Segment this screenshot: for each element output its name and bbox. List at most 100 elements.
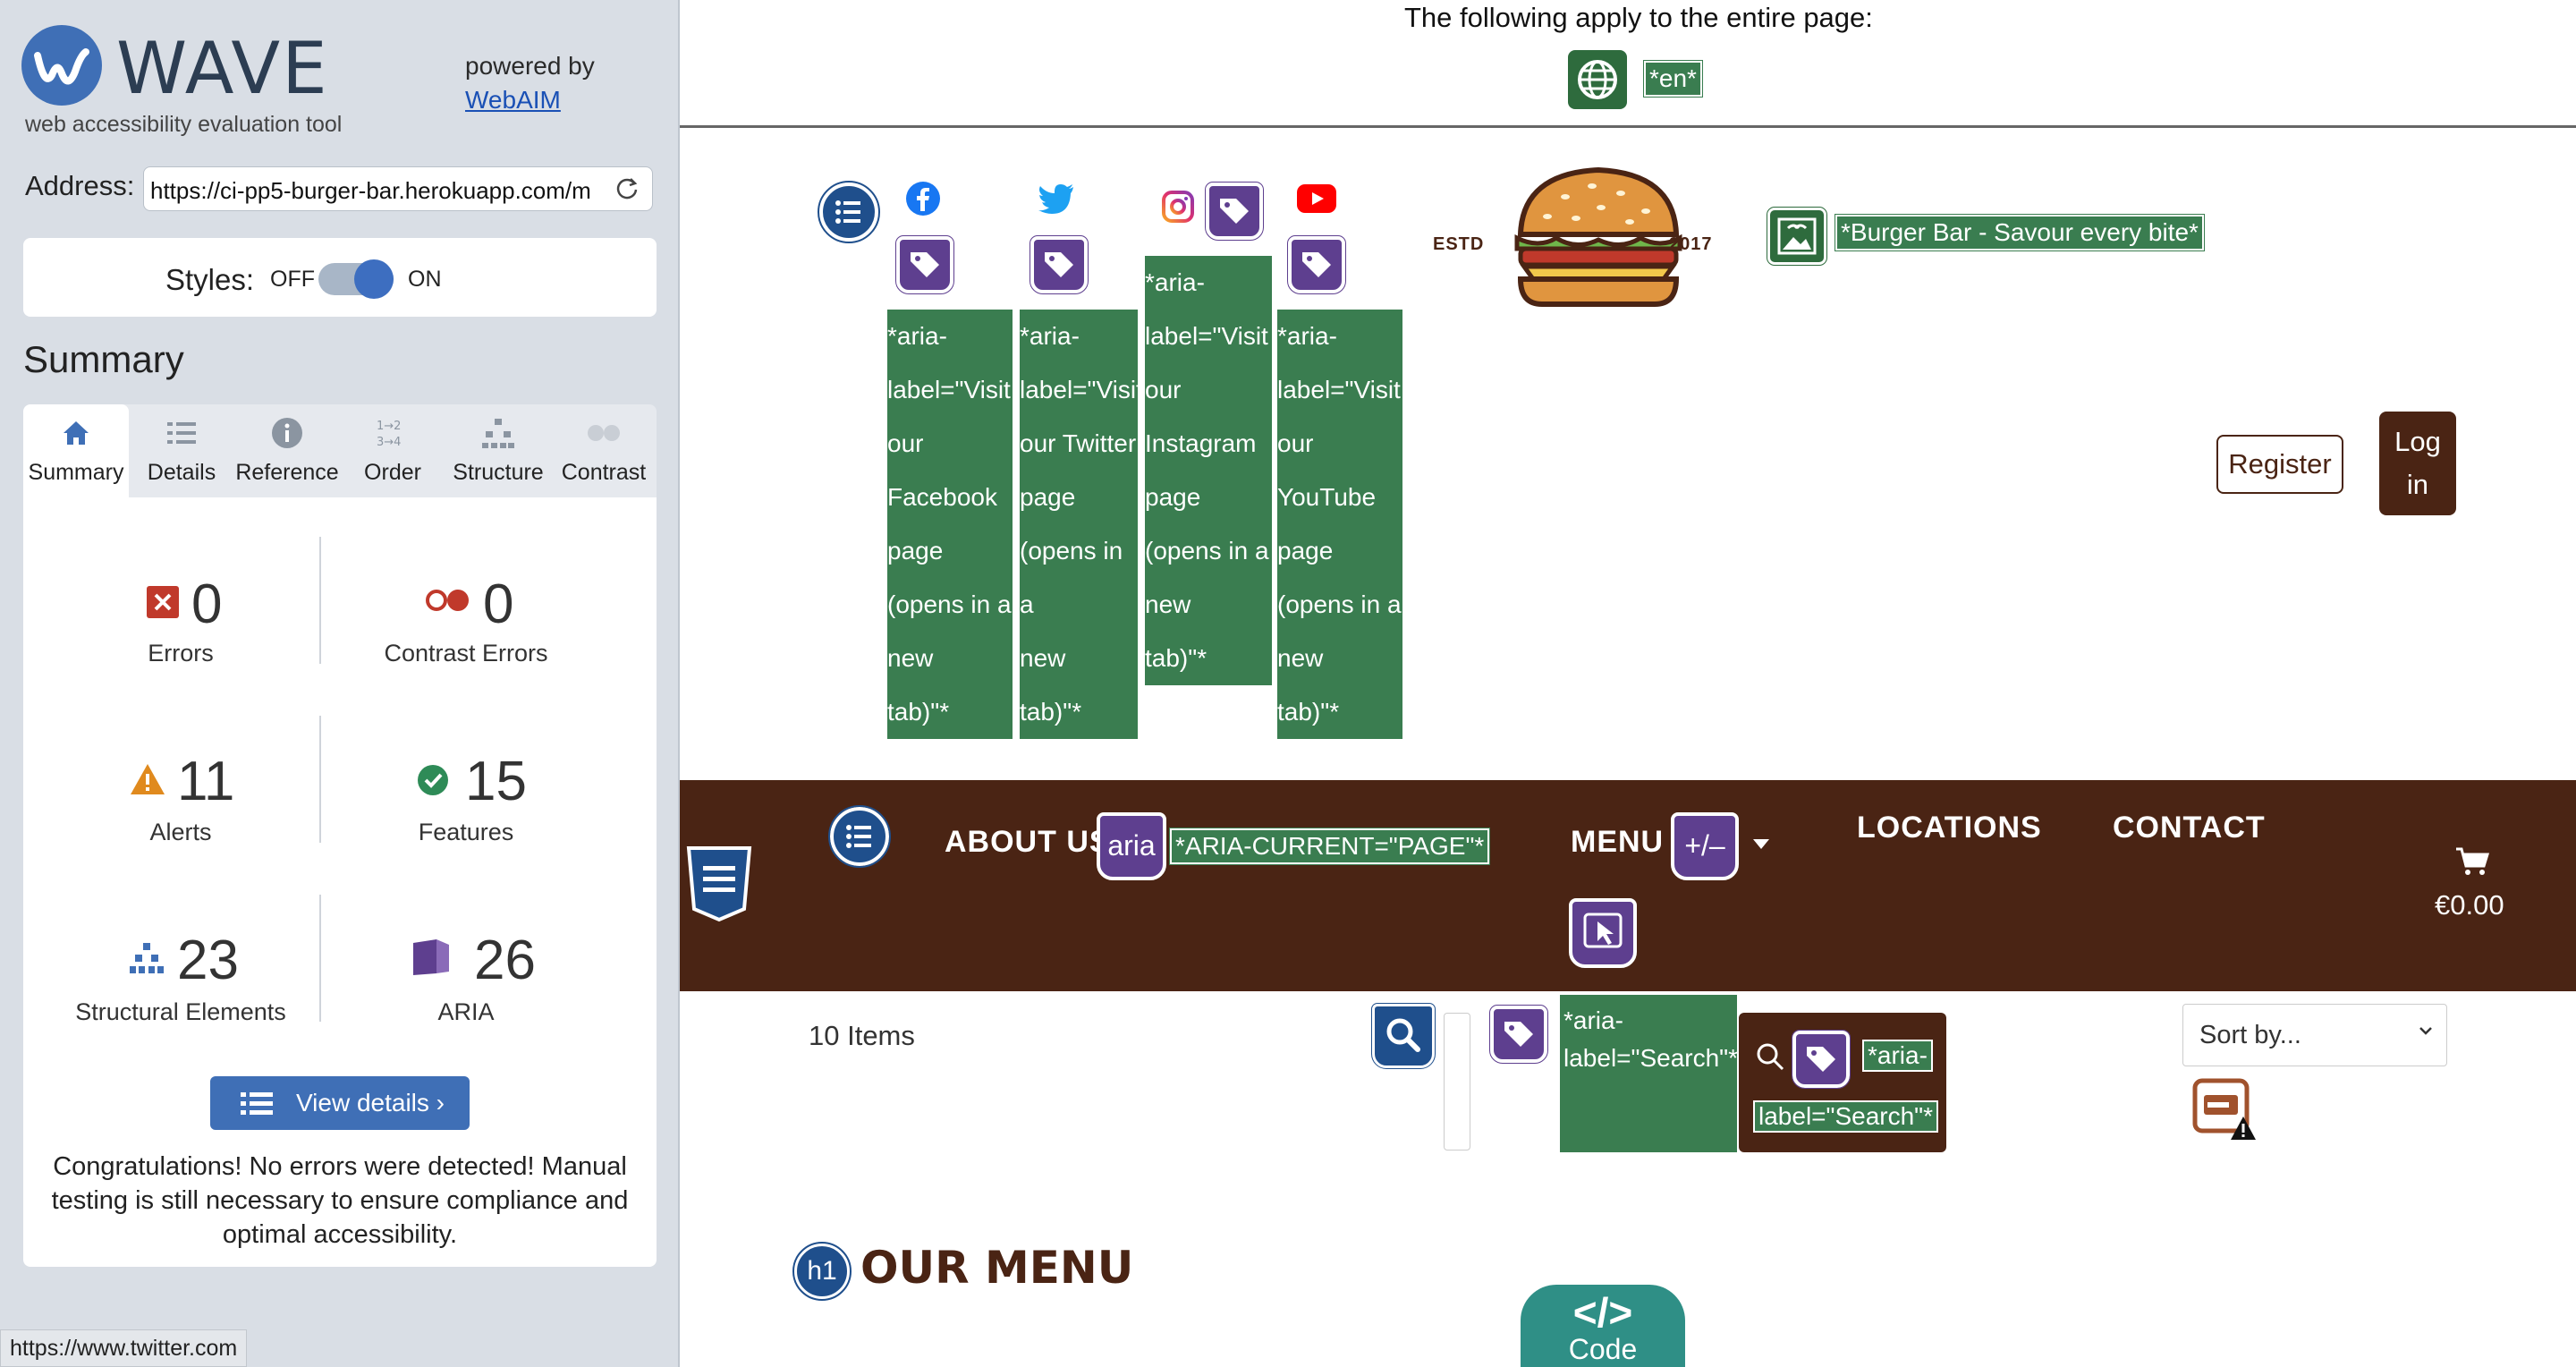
- burger-logo[interactable]: [1512, 166, 1685, 308]
- reload-icon[interactable]: [614, 175, 640, 202]
- nav-locations[interactable]: LOCATIONS: [1857, 811, 2042, 845]
- search-aria-label: *aria- label="Search"*: [1560, 995, 1738, 1152]
- wave-logo-text: WAVE: [116, 27, 329, 110]
- feature-icon: [417, 764, 449, 801]
- tab-details[interactable]: Details: [129, 404, 234, 497]
- status-bar-url: https://www.twitter.com: [0, 1329, 248, 1367]
- sort-select[interactable]: Sort by...: [2182, 1004, 2447, 1066]
- structural-label: Structural Elements: [75, 998, 286, 1025]
- tab-order[interactable]: 1→2 3→4 Order: [340, 404, 445, 497]
- page-divider: [680, 125, 2576, 128]
- wave-tagline: web accessibility evaluation tool: [25, 112, 343, 137]
- facebook-icon[interactable]: [905, 181, 941, 221]
- year-text: 2017: [1669, 234, 1713, 254]
- nav-menu[interactable]: MENU: [1571, 825, 1664, 860]
- styles-off-label: OFF: [270, 267, 315, 292]
- aria-label: ARIA: [437, 998, 495, 1025]
- search-icon: [1755, 1041, 1785, 1076]
- select-missing-label-alert-icon[interactable]: [2191, 1077, 2258, 1142]
- aria-count: 26: [474, 930, 536, 991]
- summary-title: Summary: [23, 338, 184, 380]
- cart-total[interactable]: €0.00: [2435, 889, 2504, 921]
- tag-icon[interactable]: [1792, 1030, 1851, 1089]
- search-button-aria-tag: *aria-: [1862, 1040, 1933, 1072]
- tab-label: Summary: [28, 460, 124, 485]
- features-count: 15: [465, 751, 527, 812]
- instagram-aria-label: *aria- label="Visit our Instagram page (…: [1145, 256, 1272, 685]
- view-details-button[interactable]: View details ›: [210, 1076, 470, 1130]
- globe-icon[interactable]: [1568, 50, 1627, 109]
- estd-text: ESTD: [1433, 234, 1485, 254]
- styles-label: Styles:: [165, 263, 255, 296]
- items-count: 10 Items: [809, 1020, 915, 1051]
- nav-about-us[interactable]: ABOUT US: [945, 825, 1111, 860]
- aria-icon: [410, 938, 453, 981]
- tab-structure[interactable]: Structure: [445, 404, 551, 497]
- tab-label: Order: [364, 460, 421, 485]
- contrast-errors-label: Contrast Errors: [384, 640, 548, 667]
- address-value: https://ci-pp5-burger-bar.herokuapp.com/…: [150, 177, 591, 204]
- tag-icon[interactable]: [1205, 182, 1264, 241]
- login-button[interactable]: Log in: [2379, 412, 2456, 515]
- alerts-count: 11: [177, 751, 235, 812]
- list-icon[interactable]: [818, 181, 880, 243]
- tag-icon[interactable]: [895, 235, 954, 294]
- css-icon[interactable]: [683, 845, 755, 923]
- h1-badge-icon[interactable]: h1: [792, 1242, 852, 1301]
- structural-count: 23: [177, 930, 239, 991]
- list-icon: [164, 415, 199, 451]
- tab-summary[interactable]: Summary: [23, 404, 129, 497]
- errors-label: Errors: [148, 640, 214, 667]
- alerts-label: Alerts: [149, 819, 212, 845]
- tab-contrast[interactable]: Contrast: [551, 404, 657, 497]
- webaim-link[interactable]: WebAIM: [465, 86, 561, 115]
- powered-by-text: powered by: [465, 52, 595, 80]
- chevron-down-icon: [2417, 1022, 2435, 1040]
- page-title: OUR MENU: [860, 1242, 1134, 1294]
- cart-icon[interactable]: [2454, 846, 2490, 877]
- search-form-icon[interactable]: [1371, 1003, 1436, 1069]
- aria-expanded-icon[interactable]: +/–: [1671, 812, 1739, 880]
- code-icon: </>: [1572, 1289, 1633, 1336]
- tag-icon[interactable]: [1030, 235, 1089, 294]
- code-button[interactable]: </> Code: [1521, 1285, 1685, 1367]
- facebook-aria-label: *aria- label="Visit our Facebook page (o…: [887, 310, 1013, 739]
- address-label: Address:: [25, 170, 135, 201]
- youtube-icon[interactable]: [1297, 184, 1336, 217]
- tag-icon[interactable]: [1489, 1005, 1548, 1064]
- tabindex-icon[interactable]: [1569, 898, 1637, 968]
- errors-count: 0: [191, 573, 223, 635]
- twitter-icon[interactable]: [1038, 183, 1075, 219]
- contrast-errors-count: 0: [483, 573, 514, 635]
- code-label: Code: [1568, 1333, 1638, 1365]
- twitter-aria-label: *aria- label="Visit our Twitter page (op…: [1020, 310, 1143, 739]
- features-label: Features: [418, 819, 514, 845]
- order-icon: 1→2 3→4: [375, 415, 411, 451]
- home-icon: [58, 415, 94, 451]
- list-icon[interactable]: [828, 805, 891, 868]
- wave-logo-icon: [21, 25, 102, 106]
- tab-label: Reference: [235, 460, 339, 485]
- congrats-message: Congratulations! No errors were detected…: [51, 1152, 629, 1249]
- list-icon: [241, 1091, 273, 1124]
- search-input[interactable]: [1444, 1013, 1470, 1150]
- svg-text:1→2: 1→2: [377, 420, 401, 433]
- register-button[interactable]: Register: [2216, 435, 2343, 494]
- hierarchy-icon: [480, 415, 516, 451]
- tag-icon[interactable]: [1287, 235, 1346, 294]
- login-label-line1: Log: [2394, 426, 2441, 457]
- aria-badge-icon[interactable]: aria: [1097, 812, 1166, 880]
- linked-image-icon[interactable]: [1767, 207, 1827, 266]
- search-button-aria-tag: label="Search"*: [1753, 1100, 1939, 1133]
- contrast-error-icon: [424, 587, 470, 618]
- nav-contact[interactable]: CONTACT: [2113, 811, 2266, 845]
- youtube-aria-label: *aria- label="Visit our YouTube page (op…: [1277, 310, 1402, 739]
- page-wide-note: The following apply to the entire page:: [1404, 2, 1873, 33]
- styles-toggle-knob[interactable]: [354, 259, 394, 299]
- instagram-icon[interactable]: [1161, 190, 1195, 228]
- chevron-down-icon[interactable]: [1753, 839, 1769, 849]
- tab-reference[interactable]: Reference: [234, 404, 340, 497]
- structure-icon: [128, 941, 165, 980]
- login-label-line2: in: [2406, 469, 2429, 500]
- aria-current-tag: *ARIA-CURRENT="PAGE"*: [1168, 828, 1491, 865]
